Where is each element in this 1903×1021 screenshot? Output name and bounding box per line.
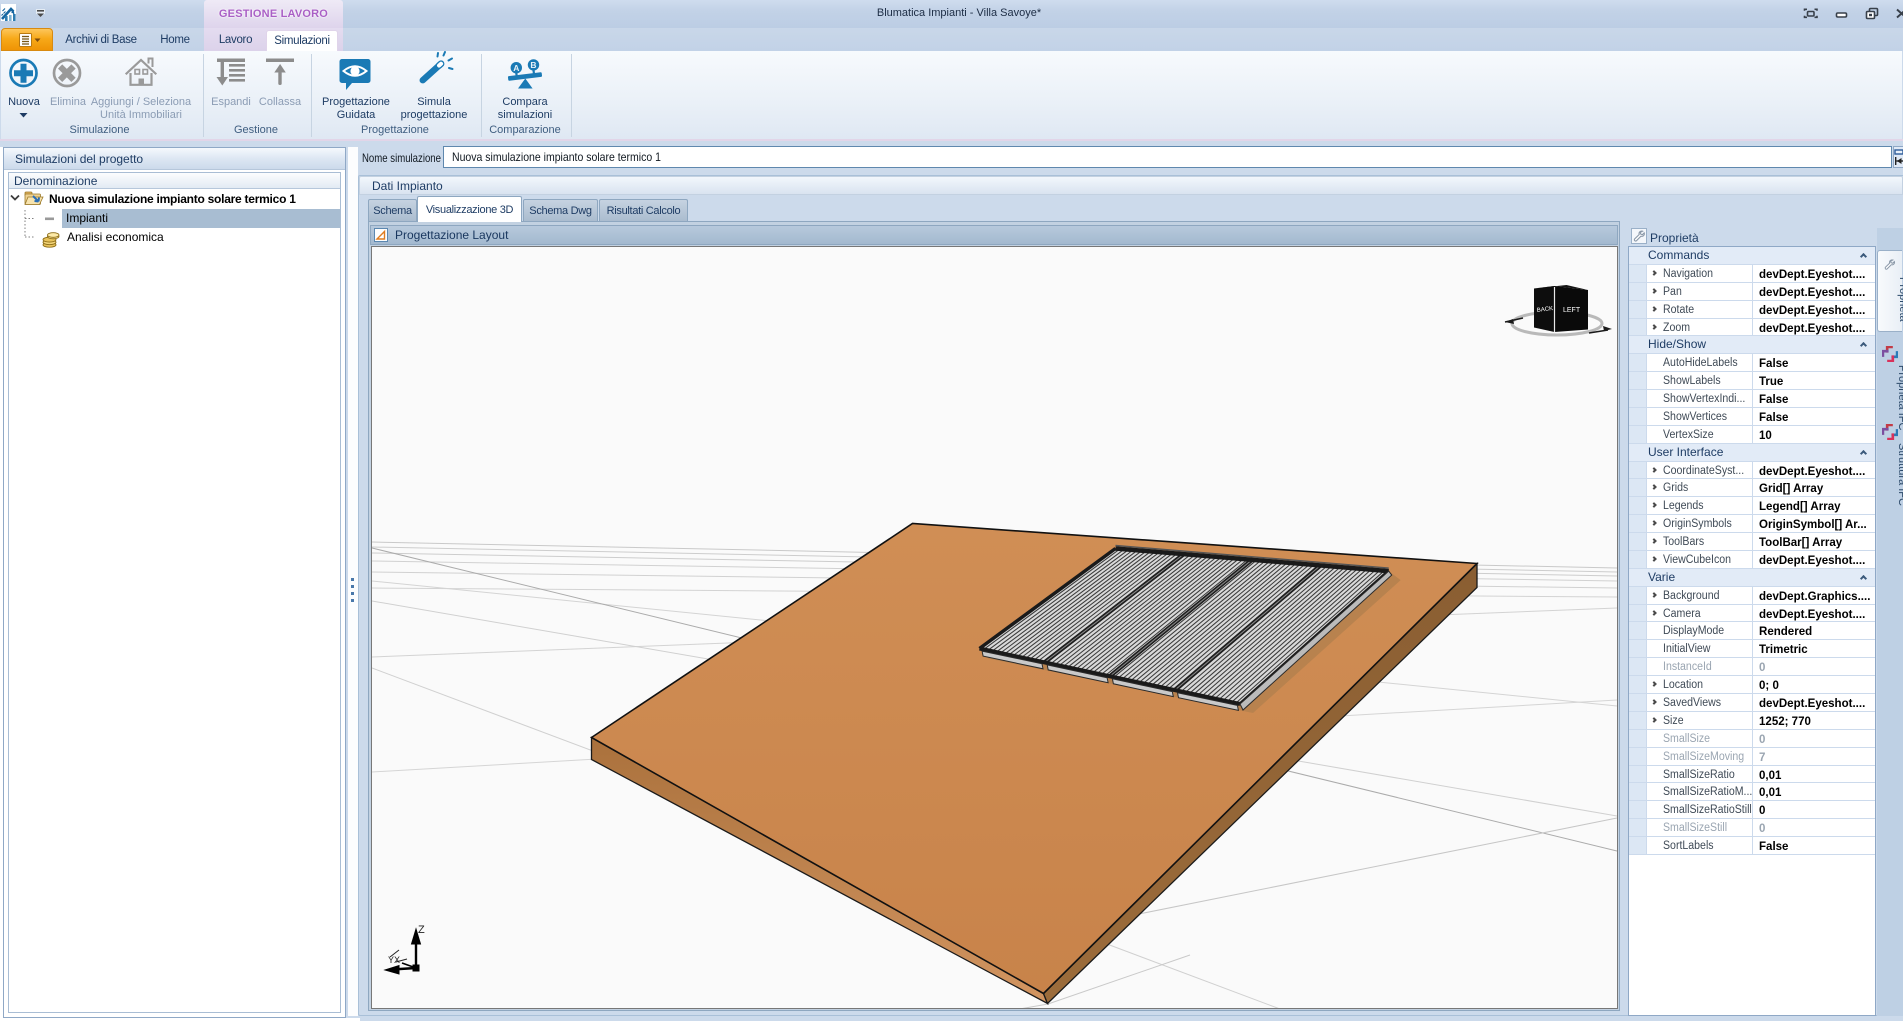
svg-text:LEFT: LEFT <box>1563 307 1581 314</box>
svg-text:YX: YX <box>388 955 400 965</box>
svg-text:A: A <box>513 63 519 73</box>
svg-text:B: B <box>530 60 536 70</box>
svg-text:Z: Z <box>418 924 425 936</box>
